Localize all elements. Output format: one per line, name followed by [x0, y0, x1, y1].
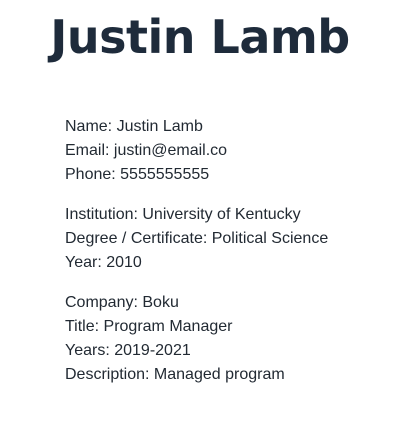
- experience-company: Company: Boku: [65, 294, 179, 311]
- education-degree: Degree / Certificate: Political Science: [65, 230, 329, 247]
- experience-title: Title: Program Manager: [65, 318, 233, 335]
- contact-email: Email: justin@email.co: [65, 142, 228, 159]
- resume-body: Name: Justin Lamb Email: justin@email.co…: [65, 115, 385, 403]
- page-title: Justin Lamb: [50, 10, 350, 64]
- education-section: Institution: University of Kentucky Degr…: [65, 203, 385, 275]
- experience-years: Years: 2019-2021: [65, 342, 191, 359]
- experience-section: Company: Boku Title: Program Manager Yea…: [65, 291, 385, 387]
- contact-name: Name: Justin Lamb: [65, 118, 203, 135]
- education-institution: Institution: University of Kentucky: [65, 206, 301, 223]
- contact-phone: Phone: 5555555555: [65, 166, 210, 183]
- contact-section: Name: Justin Lamb Email: justin@email.co…: [65, 115, 385, 187]
- experience-description: Description: Managed program: [65, 366, 285, 383]
- education-year: Year: 2010: [65, 254, 142, 271]
